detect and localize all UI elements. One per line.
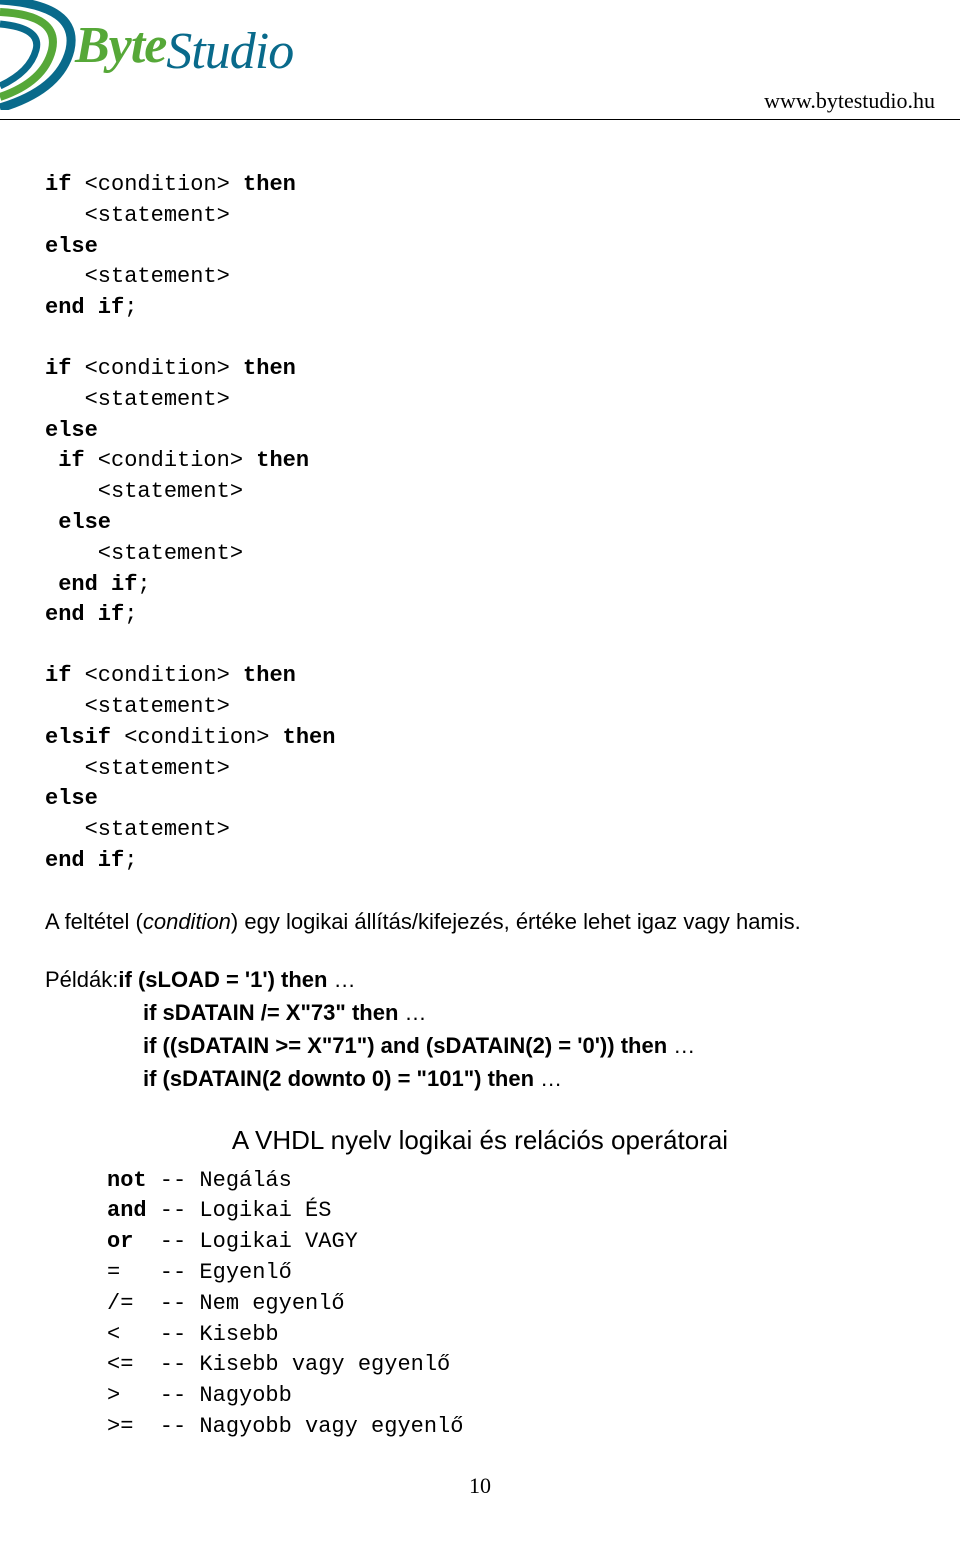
- logo: ByteStudio: [75, 15, 293, 75]
- operators-list: not -- Negálás and -- Logikai ÉS or -- L…: [107, 1166, 915, 1443]
- ex3-mid: (sDATAIN(2) = '0')): [420, 1033, 621, 1058]
- ex2-pre: if sDATAIN /= X"73": [143, 1000, 352, 1025]
- page-content: if <condition> then <statement> else <st…: [0, 120, 960, 1549]
- condition-paragraph: A feltétel (condition) egy logikai állít…: [45, 907, 915, 938]
- ex3-ell: …: [667, 1033, 695, 1058]
- page-header: ByteStudio www.bytestudio.hu: [0, 0, 960, 120]
- code-block-if-else: if <condition> then <statement> else <st…: [45, 170, 915, 324]
- ex4-ell: …: [534, 1066, 562, 1091]
- operators-title: A VHDL nyelv logikai és relációs operáto…: [45, 1125, 915, 1156]
- logo-text-studio: Studio: [166, 23, 293, 80]
- ex1-ell: …: [328, 967, 356, 992]
- ex3-and: and: [381, 1033, 420, 1058]
- paragraph-italic: condition: [143, 909, 231, 934]
- site-url: www.bytestudio.hu: [764, 88, 935, 114]
- logo-text-byte: Byte: [75, 17, 166, 74]
- ex4-pre: if (sDATAIN(2 downto 0) = "101"): [143, 1066, 488, 1091]
- examples-block: Példák:if (sLOAD = '1') then … if sDATAI…: [45, 963, 915, 1095]
- ex1-then: then: [281, 967, 327, 992]
- ex3-then: then: [621, 1033, 667, 1058]
- ex2-ell: …: [398, 1000, 426, 1025]
- ex3-pre: if ((sDATAIN >= X"71"): [143, 1033, 381, 1058]
- ex1-pre: if (sLOAD = '1'): [118, 967, 281, 992]
- paragraph-post: ) egy logikai állítás/kifejezés, értéke …: [231, 909, 801, 934]
- code-block-elsif: if <condition> then <statement> elsif <c…: [45, 661, 915, 877]
- code-block-nested-if: if <condition> then <statement> else if …: [45, 354, 915, 631]
- page-number: 10: [45, 1473, 915, 1519]
- ex2-then: then: [352, 1000, 398, 1025]
- paragraph-pre: A feltétel (: [45, 909, 143, 934]
- examples-label: Példák:: [45, 967, 118, 992]
- ex4-then: then: [488, 1066, 534, 1091]
